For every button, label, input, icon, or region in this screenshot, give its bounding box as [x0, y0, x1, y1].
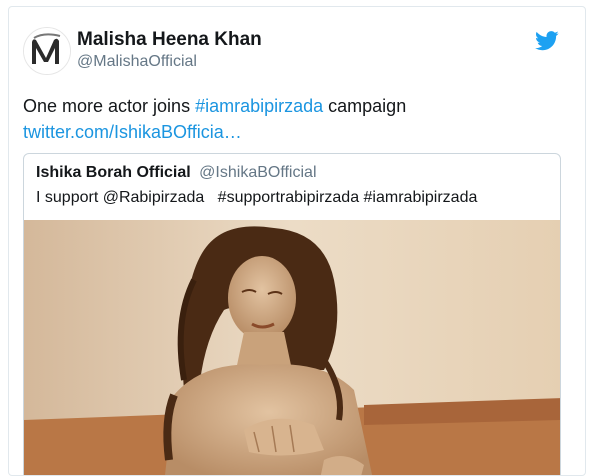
author-avatar[interactable]: [23, 27, 71, 75]
author-handle[interactable]: @MalishaOfficial: [77, 53, 197, 71]
author-name[interactable]: Malisha Heena Khan: [77, 29, 262, 51]
quoted-tweet-header: Ishika Borah Official @IshikaBOfficial: [36, 164, 317, 182]
quoted-author-handle: @IshikaBOfficial: [199, 164, 317, 181]
quoted-tweet-photo[interactable]: [24, 220, 560, 475]
quoted-tweet-link[interactable]: twitter.com/IshikaBOfficia…: [23, 122, 242, 142]
avatar-logo-icon: [24, 28, 70, 74]
sepia-photo: [24, 220, 560, 475]
quoted-tweet-card[interactable]: Ishika Borah Official @IshikaBOfficial I…: [23, 153, 561, 475]
tweet-text-before: One more actor joins: [23, 96, 196, 116]
tweet-text-after: campaign: [323, 96, 407, 116]
quoted-author-name: Ishika Borah Official: [36, 164, 191, 181]
hashtag-link[interactable]: #iamrabipirzada: [195, 96, 323, 116]
tweet-text: One more actor joins #iamrabipirzada cam…: [23, 93, 573, 145]
twitter-bird-icon[interactable]: [535, 31, 559, 51]
quoted-tweet-text: I support @Rabipirzada #supportrabipirza…: [36, 189, 478, 206]
tweet-card: Malisha Heena Khan @MalishaOfficial One …: [8, 6, 586, 476]
